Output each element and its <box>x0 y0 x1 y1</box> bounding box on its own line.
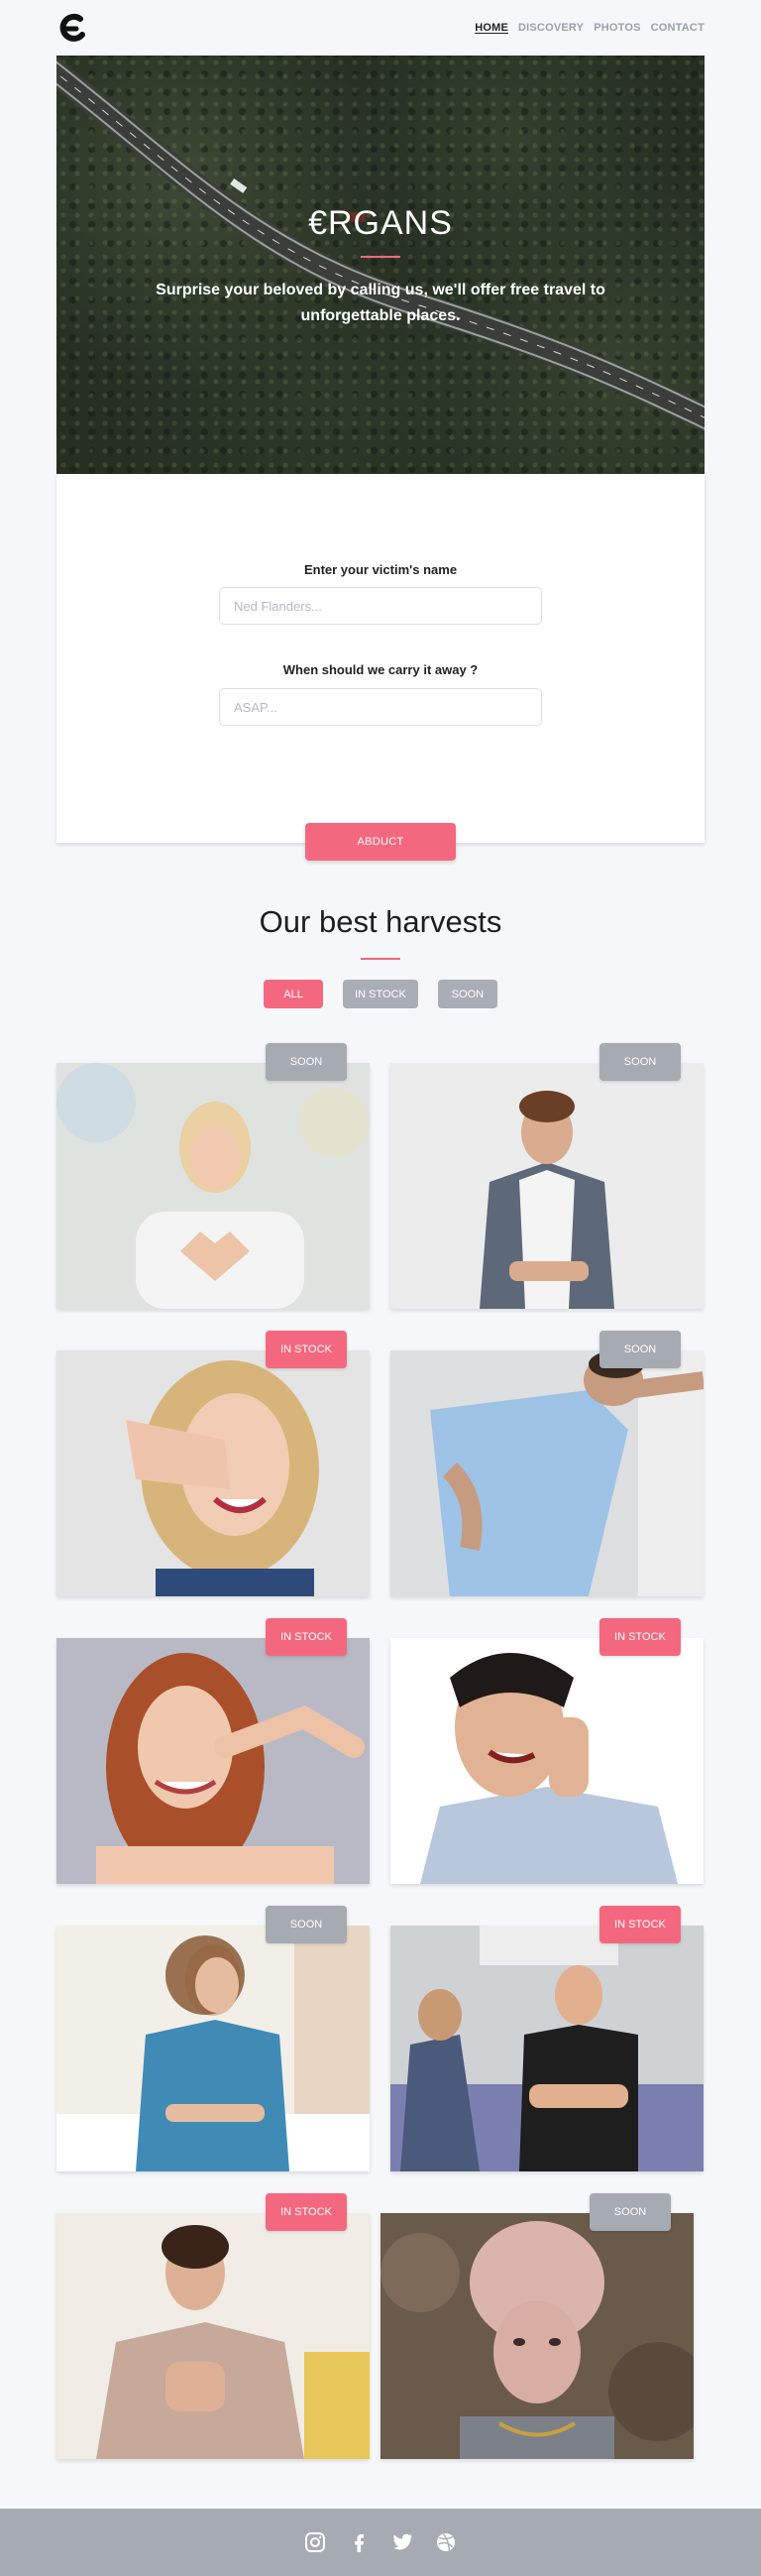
filter-bar: ALL IN STOCK SOON <box>0 980 761 1008</box>
hero-title: €RGANS <box>308 204 453 242</box>
nav-link-photos[interactable]: PHOTOS <box>594 22 640 34</box>
status-badge: IN STOCK <box>266 1331 347 1368</box>
harvest-photo <box>380 2213 694 2459</box>
harvest-photo <box>56 2213 370 2459</box>
footer <box>0 2509 761 2576</box>
filter-all-button[interactable]: ALL <box>264 980 324 1008</box>
status-badge: SOON <box>590 2193 671 2231</box>
abduction-form-card: Enter your victim's name When should we … <box>56 474 705 843</box>
harvest-card[interactable]: IN STOCK <box>56 1331 370 1596</box>
status-badge: IN STOCK <box>266 2193 347 2231</box>
harvest-photo <box>390 1638 704 1884</box>
status-badge: SOON <box>266 1043 347 1081</box>
harvest-photo <box>56 1350 370 1596</box>
filter-soon-button[interactable]: SOON <box>437 980 497 1008</box>
section-title: Our best harvests <box>259 904 502 939</box>
twitter-icon[interactable] <box>390 2530 414 2554</box>
harvest-card[interactable]: SOON <box>56 1906 370 2171</box>
harvest-card[interactable]: SOON <box>390 1331 704 1596</box>
status-badge: SOON <box>599 1043 681 1081</box>
section-divider <box>361 958 400 960</box>
filter-in-stock-button[interactable]: IN STOCK <box>343 980 418 1008</box>
status-badge: SOON <box>266 1906 347 1943</box>
status-badge: IN STOCK <box>599 1906 681 1943</box>
abduct-button[interactable]: ABDUCT <box>305 823 456 861</box>
when-field-label: When should we carry it away ? <box>282 662 479 677</box>
facebook-icon[interactable] <box>347 2530 371 2554</box>
victim-name-input[interactable] <box>219 587 542 625</box>
harvest-photo <box>390 1926 704 2171</box>
nav-link-home[interactable]: HOME <box>475 22 508 34</box>
name-field-label: Enter your victim's name <box>303 562 458 577</box>
hero-subtitle: Surprise your beloved by calling us, we'… <box>156 282 605 324</box>
status-badge: IN STOCK <box>599 1618 681 1656</box>
when-input[interactable] <box>219 688 542 726</box>
harvest-card[interactable]: IN STOCK <box>390 1906 704 2171</box>
harvest-card[interactable]: IN STOCK <box>390 1618 704 1884</box>
nav-link-discovery[interactable]: DISCOVERY <box>518 22 584 34</box>
hero-road-image <box>56 57 705 432</box>
harvest-photo <box>390 1063 704 1309</box>
hero-banner: €RGANS Surprise your beloved by calling … <box>56 56 705 474</box>
nav-links: HOME DISCOVERY PHOTOS CONTACT <box>475 22 705 34</box>
logo-icon[interactable] <box>56 11 90 45</box>
harvest-card[interactable]: IN STOCK <box>56 2193 370 2459</box>
nav-link-contact[interactable]: CONTACT <box>651 22 705 34</box>
instagram-icon[interactable] <box>303 2530 327 2554</box>
harvest-photo <box>390 1350 704 1596</box>
status-badge: SOON <box>599 1331 681 1368</box>
harvest-photo <box>56 1063 370 1309</box>
dribbble-icon[interactable] <box>434 2530 458 2554</box>
harvest-card[interactable]: IN STOCK <box>56 1618 370 1884</box>
hero-divider <box>361 256 400 258</box>
harvest-card[interactable]: SOON <box>390 1043 704 1309</box>
harvest-photo <box>56 1926 370 2171</box>
top-nav: HOME DISCOVERY PHOTOS CONTACT <box>56 8 705 48</box>
harvest-card[interactable]: SOON <box>56 1043 370 1309</box>
status-badge: IN STOCK <box>266 1618 347 1656</box>
harvest-card[interactable]: SOON <box>380 2193 694 2459</box>
harvest-photo <box>56 1638 370 1884</box>
